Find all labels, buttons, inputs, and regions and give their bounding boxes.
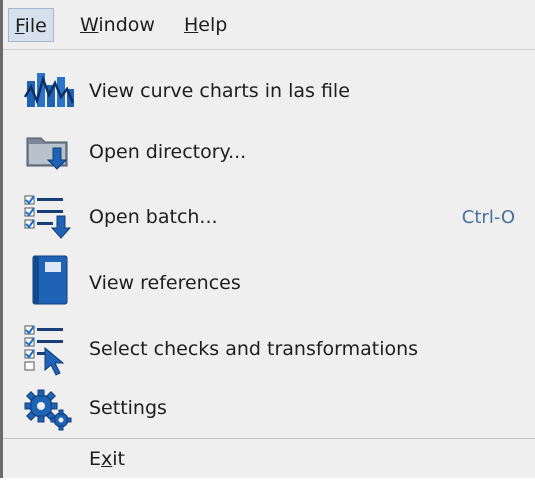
- gears-icon: [23, 388, 75, 434]
- checklist-cursor-icon: [23, 324, 75, 376]
- menu-item-open-batch[interactable]: Open batch... Ctrl-O: [3, 182, 535, 250]
- menu-item-label: View references: [89, 272, 241, 294]
- menu-item-select-checks[interactable]: Select checks and transformations: [3, 316, 535, 382]
- menu-item-label: Exit: [89, 448, 125, 470]
- file-menu-dropdown: View curve charts in las file Open direc…: [3, 50, 535, 482]
- menu-item-exit[interactable]: Exit: [3, 439, 535, 479]
- menu-help[interactable]: Help: [178, 8, 233, 42]
- menu-item-label: View curve charts in las file: [89, 80, 350, 102]
- curve-chart-icon: [23, 67, 75, 113]
- open-directory-icon: [23, 128, 75, 174]
- book-icon: [23, 254, 75, 310]
- window-frame-left: [0, 0, 3, 482]
- menu-window[interactable]: Window: [74, 8, 161, 42]
- menu-item-open-directory[interactable]: Open directory...: [3, 120, 535, 182]
- menu-item-label: Settings: [89, 397, 167, 419]
- menu-item-label: Select checks and transformations: [89, 338, 419, 360]
- window-bottom-edge: [0, 478, 535, 482]
- menu-file[interactable]: File: [8, 8, 54, 42]
- menu-bar: File Window Help: [0, 0, 535, 50]
- open-batch-icon: [23, 192, 75, 239]
- menu-item-label: Open directory...: [89, 141, 247, 163]
- menu-item-view-curve-charts[interactable]: View curve charts in las file: [3, 60, 535, 120]
- menu-item-label: Open batch...: [89, 206, 218, 228]
- menu-item-settings[interactable]: Settings: [3, 382, 535, 438]
- accelerator-text: Ctrl-O: [461, 207, 515, 228]
- menu-item-view-references[interactable]: View references: [3, 250, 535, 316]
